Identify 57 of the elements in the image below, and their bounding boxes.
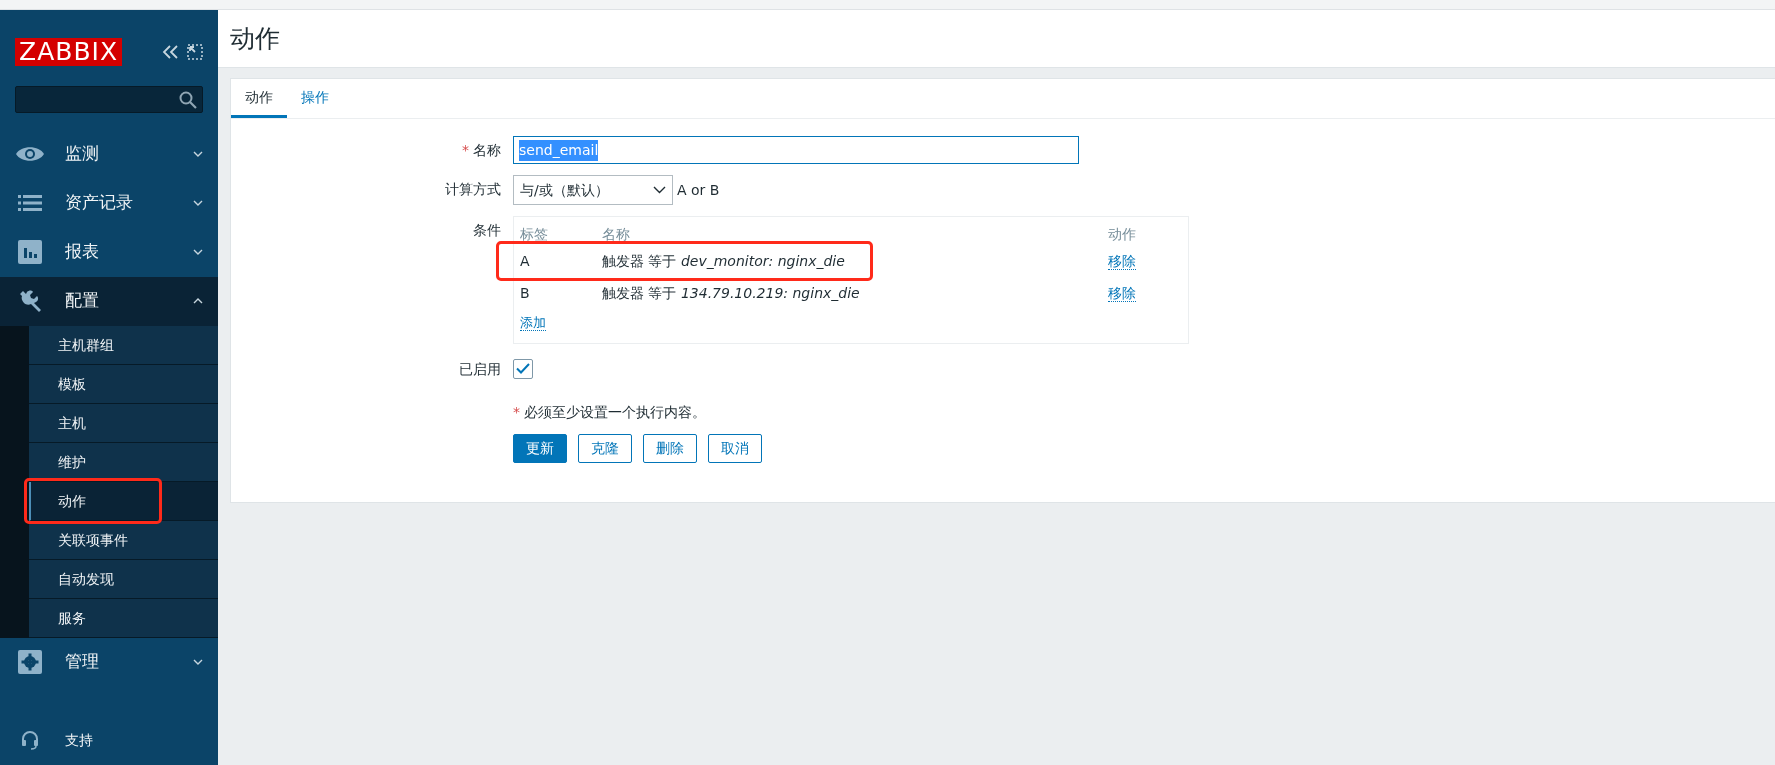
wrench-icon	[18, 289, 42, 314]
dropdown-icon	[653, 186, 666, 194]
formula-text: A or B	[677, 180, 720, 200]
note-text: 必须至少设置一个执行内容。	[524, 403, 706, 420]
collapse-icon[interactable]	[161, 44, 179, 60]
chevron-down-icon	[193, 249, 203, 255]
submenu-item[interactable]: 动作	[29, 481, 218, 521]
bar-chart-icon	[18, 240, 42, 264]
field-label: 条件	[473, 222, 501, 238]
search-field[interactable]	[15, 86, 203, 114]
menu-item[interactable]: 配置	[0, 276, 218, 326]
submenu-item[interactable]: 模板	[29, 364, 218, 404]
chevron-down-icon	[193, 659, 203, 666]
required-mark: *	[513, 403, 520, 420]
submenu-item[interactable]: 自动发现	[29, 559, 218, 599]
submenu-item[interactable]: 主机	[29, 403, 218, 443]
tab[interactable]: 操作	[287, 79, 343, 118]
remove-link[interactable]: 移除	[1108, 253, 1136, 270]
headset-icon	[21, 730, 39, 751]
eye-icon	[15, 144, 45, 164]
table-cell: 触发器 等于 134.79.10.219: nginx_die	[602, 285, 860, 301]
field-label: 计算方式	[445, 181, 501, 197]
menu-item[interactable]: 监测	[0, 129, 218, 179]
submenu-item[interactable]: 服务	[29, 598, 218, 638]
select-field[interactable]: 与/或（默认）	[513, 175, 673, 205]
field-label: 名称	[473, 142, 501, 158]
fullscreen-icon[interactable]	[187, 44, 203, 60]
submenu-item[interactable]: 主机群组	[29, 325, 218, 365]
table-cell: 触发器 等于 dev_monitor: nginx_die	[602, 253, 845, 269]
tab[interactable]: 动作	[231, 79, 287, 118]
button[interactable]: 更新	[513, 433, 567, 463]
button[interactable]: 删除	[643, 433, 697, 463]
column-header: 动作	[1108, 226, 1136, 242]
menu-item[interactable]: 资产记录	[0, 178, 218, 228]
required-mark: *	[462, 142, 469, 158]
checkbox[interactable]	[513, 358, 533, 379]
chevron-down-icon	[193, 200, 203, 206]
field-label: 已启用	[459, 360, 501, 377]
menu-item[interactable]: 报表	[0, 227, 218, 277]
search-icon[interactable]	[179, 90, 197, 109]
menu-item[interactable]: 支持	[0, 715, 218, 765]
column-header: 标签	[520, 226, 548, 242]
button[interactable]: 取消	[708, 433, 762, 463]
page-title: 动作	[230, 24, 280, 53]
chevron-up-icon	[193, 298, 203, 305]
table-cell: A	[520, 253, 530, 269]
remove-link[interactable]: 移除	[1108, 285, 1136, 302]
table-cell: B	[520, 285, 530, 301]
add-link[interactable]: 添加	[520, 315, 546, 331]
menu-item[interactable]: 管理	[0, 637, 218, 687]
submenu-item[interactable]: 关联项事件	[29, 520, 218, 560]
button[interactable]: 克隆	[578, 433, 632, 463]
column-header: 名称	[602, 226, 630, 242]
chevron-down-icon	[193, 151, 203, 157]
logo[interactable]: ZABBIX	[15, 38, 123, 66]
list-icon	[18, 195, 42, 211]
checkmark-icon	[516, 363, 530, 374]
